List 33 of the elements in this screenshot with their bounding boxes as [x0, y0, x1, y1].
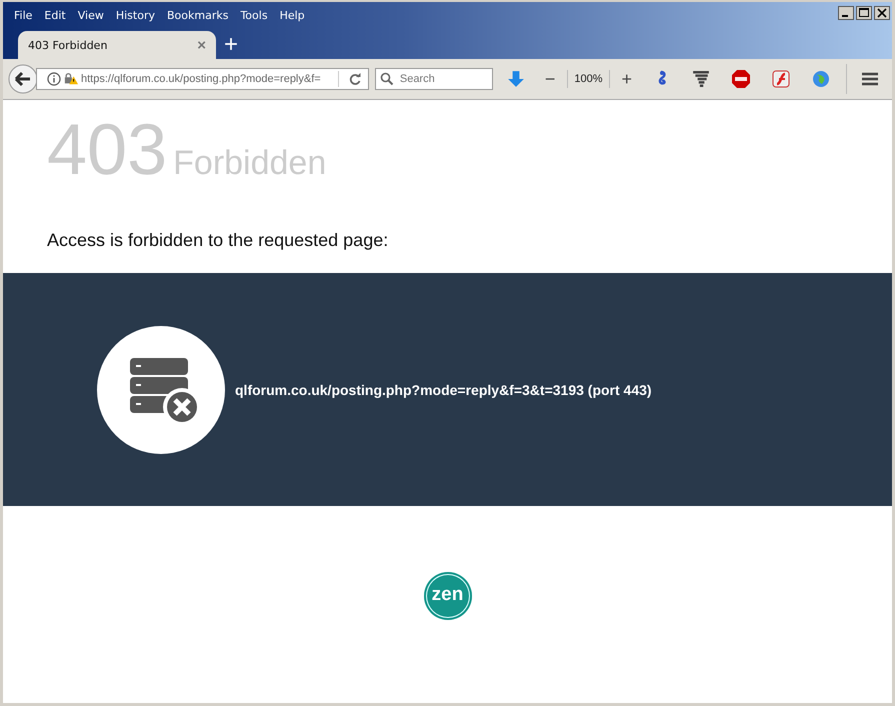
zen-logo: zen	[424, 572, 472, 620]
reload-icon[interactable]	[348, 72, 362, 86]
lock-warning-icon	[64, 72, 78, 86]
download-icon[interactable]	[506, 70, 525, 88]
menu-item[interactable]: Edit	[38, 9, 72, 22]
browser-tab[interactable]: 403 Forbidden ×	[18, 31, 216, 59]
flash-icon[interactable]	[772, 70, 790, 88]
menu-item[interactable]: View	[72, 9, 110, 22]
tornado-icon[interactable]	[692, 70, 710, 88]
menu-item[interactable]: History	[110, 9, 161, 22]
search-icon	[380, 72, 394, 86]
menu-item[interactable]: File	[8, 9, 38, 22]
stop-sign-icon[interactable]	[732, 70, 750, 88]
new-tab-button[interactable]: +	[224, 31, 238, 59]
zoom-in-button[interactable]: +	[615, 68, 638, 90]
search-field[interactable]: Search	[374, 68, 493, 90]
error-message: Access is forbidden to the requested page:	[47, 230, 390, 251]
blocked-url: qlforum.co.uk/posting.php?mode=reply&f=3&t=3193 (port 443)	[235, 382, 652, 398]
back-icon[interactable]	[8, 64, 38, 94]
info-icon[interactable]	[47, 72, 61, 86]
menu-item[interactable]: Help	[274, 9, 311, 22]
menu-icon[interactable]	[860, 70, 879, 88]
globe-icon[interactable]	[812, 70, 830, 88]
menu-item[interactable]: Tools	[234, 9, 274, 22]
close-icon[interactable]	[874, 6, 890, 20]
address-field[interactable]: https://qlforum.co.uk/posting.php?mode=reply&f=	[36, 68, 369, 90]
server-error-icon	[97, 326, 225, 454]
maximize-icon[interactable]	[856, 6, 872, 20]
menu-item[interactable]: Bookmarks	[160, 9, 234, 22]
minimize-icon[interactable]	[838, 6, 854, 20]
tab-title: 403 Forbidden	[28, 38, 108, 52]
zoom-out-button[interactable]: −	[538, 68, 562, 90]
zoom-level[interactable]: 100%	[574, 73, 602, 85]
